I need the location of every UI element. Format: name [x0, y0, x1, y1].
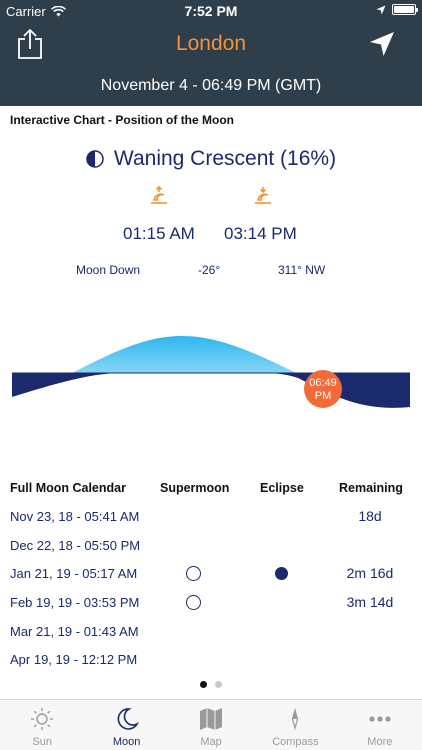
eclipse-icon — [275, 567, 288, 580]
chart-heading: Interactive Chart - Position of the Moon — [10, 113, 235, 127]
tab-sun[interactable]: Sun — [0, 700, 84, 750]
date-time-line[interactable]: November 4 - 06:49 PM (GMT) — [0, 77, 422, 95]
calendar-row-remaining: 2m 16d — [346, 565, 394, 581]
calendar-row-date[interactable]: Jan 21, 19 - 05:17 AM — [10, 566, 137, 581]
status-bar: Carrier 7:52 PM — [0, 0, 422, 22]
calendar-row-date[interactable]: Nov 23, 18 - 05:41 AM — [10, 509, 139, 524]
supermoon-icon — [186, 595, 201, 610]
city-title: London — [175, 32, 247, 55]
status-right — [376, 4, 418, 15]
tab-label: More — [367, 736, 393, 748]
status-time: 7:52 PM — [184, 3, 238, 19]
above-horizon-area — [72, 336, 296, 373]
more-icon — [369, 716, 391, 722]
calendar-row-date[interactable]: Mar 21, 19 - 01:43 AM — [10, 624, 139, 639]
moon-phase-icon — [86, 150, 104, 168]
tab-compass[interactable]: Compass — [253, 700, 337, 750]
moon-position-chart[interactable]: 06:49 PM — [0, 300, 422, 450]
battery-icon — [392, 4, 418, 15]
moonrise-time: 01:15 AM — [123, 224, 195, 243]
calendar-row-remaining: 18d — [358, 508, 382, 524]
moon-altitude: -26° — [198, 263, 221, 277]
moonset-time: 03:14 PM — [224, 224, 297, 243]
calendar-header-supermoon: Supermoon — [160, 481, 230, 495]
navigation-arrow-icon[interactable] — [368, 30, 396, 58]
marker-time-label: 06:49 — [309, 377, 337, 389]
moon-status: Moon Down — [76, 263, 141, 277]
supermoon-icon — [186, 566, 201, 581]
calendar-header-date: Full Moon Calendar — [10, 481, 126, 495]
marker-ampm-label: PM — [315, 390, 332, 402]
page-dot[interactable] — [215, 681, 222, 688]
moon-azimuth: 311° NW — [278, 263, 326, 277]
calendar-row-date[interactable]: Apr 19, 19 - 12:12 PM — [10, 652, 137, 667]
tab-label: Map — [200, 736, 222, 748]
map-icon — [200, 708, 223, 730]
calendar-row-remaining: 3m 14d — [346, 594, 394, 610]
tab-moon[interactable]: Moon — [84, 700, 168, 750]
header: Carrier 7:52 PM London November 4 - 06:4… — [0, 0, 422, 106]
current-time-marker[interactable] — [304, 370, 342, 408]
calendar-row-date[interactable]: Dec 22, 18 - 05:50 PM — [10, 538, 140, 553]
tab-label: Compass — [272, 736, 319, 748]
page-indicator[interactable] — [0, 681, 422, 688]
calendar-header-eclipse: Eclipse — [260, 481, 304, 495]
tab-bar: Sun Moon Map Compass More — [0, 699, 422, 750]
tab-map[interactable]: Map — [169, 700, 253, 750]
moonrise-icon — [151, 185, 167, 204]
sun-icon — [31, 708, 54, 730]
moonset-icon — [255, 187, 271, 204]
tab-more[interactable]: More — [338, 700, 422, 750]
page-dot[interactable] — [200, 681, 207, 688]
moon-phase-label: Waning Crescent (16%) — [113, 147, 337, 170]
location-arrow-icon — [376, 5, 386, 14]
below-horizon-area — [12, 373, 410, 408]
compass-icon — [292, 707, 299, 731]
calendar-row-date[interactable]: Feb 19, 19 - 03:53 PM — [10, 595, 139, 610]
tab-label: Moon — [112, 736, 141, 748]
tab-label: Sun — [32, 736, 52, 748]
moon-icon — [117, 708, 139, 730]
calendar-header-remaining: Remaining — [339, 481, 403, 495]
moon-phase-row: Waning Crescent (16%) — [0, 147, 422, 171]
